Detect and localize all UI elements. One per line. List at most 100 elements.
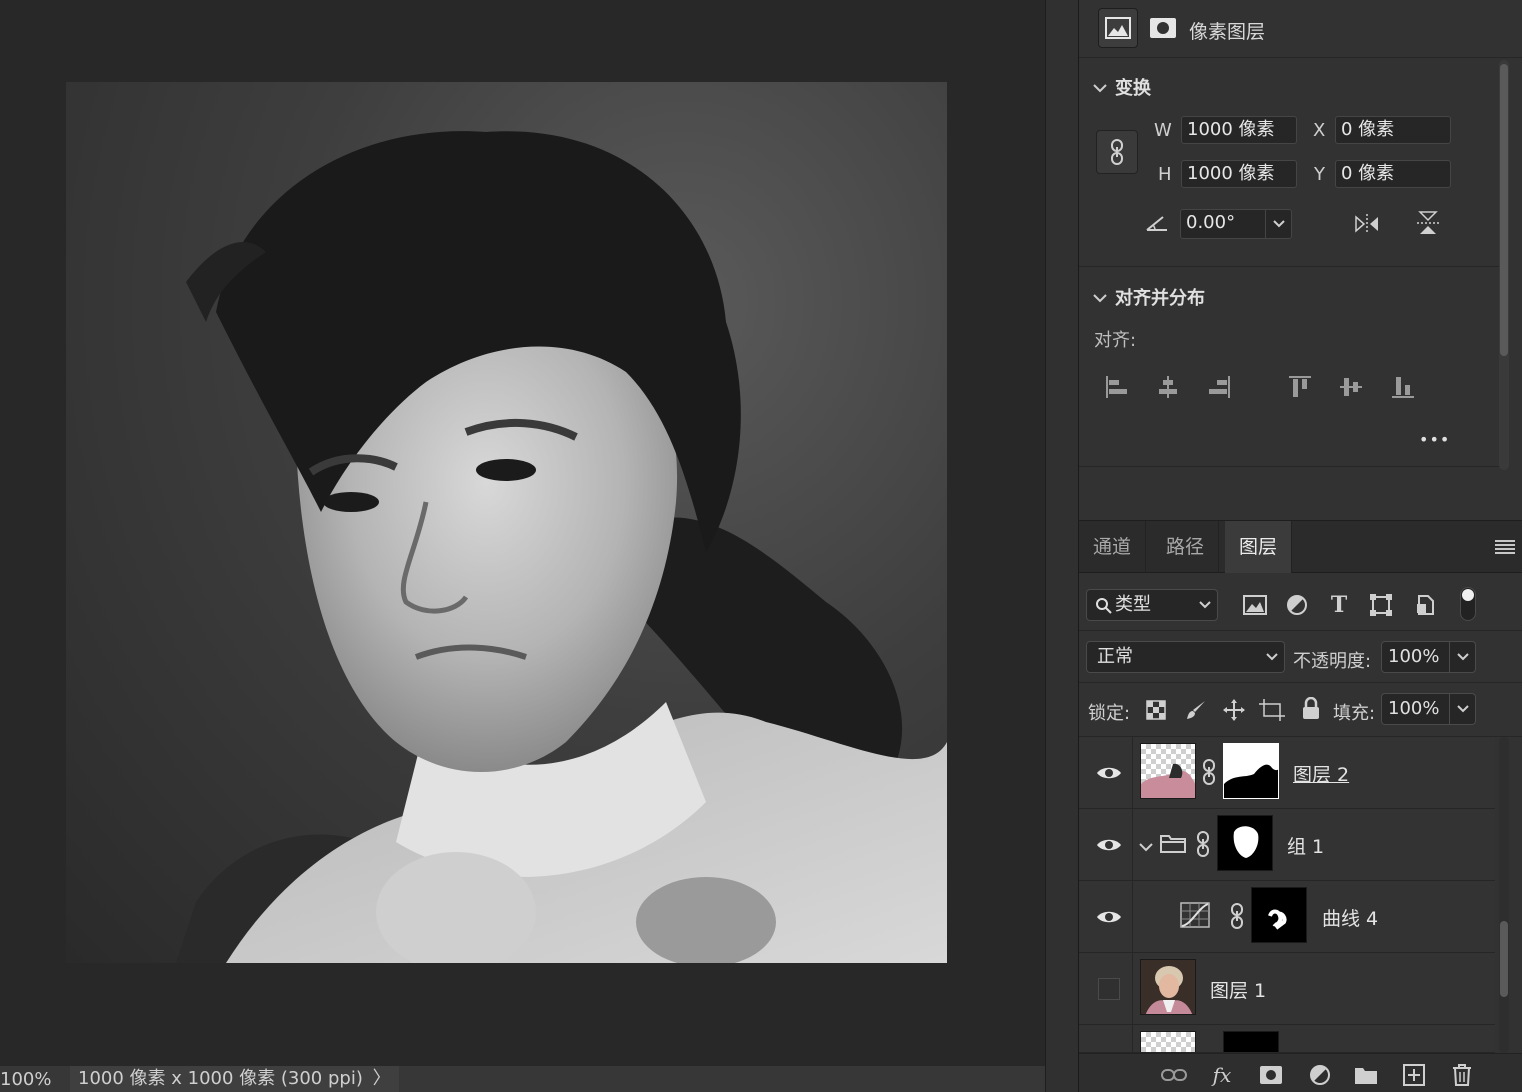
eye-icon[interactable] bbox=[1095, 759, 1123, 787]
chain-link-icon[interactable] bbox=[1196, 831, 1210, 862]
document-size-info[interactable]: 1000 像素 x 1000 像素 (300 ppi) 〉 bbox=[70, 1066, 399, 1092]
layers-scrollbar-thumb[interactable] bbox=[1500, 921, 1508, 997]
align-vertical-centers-icon[interactable] bbox=[1337, 373, 1365, 401]
align-label: 对齐: bbox=[1094, 330, 1137, 351]
layers-scrollbar[interactable] bbox=[1499, 737, 1509, 1053]
add-mask-icon[interactable] bbox=[1258, 1062, 1284, 1088]
properties-scrollbar[interactable] bbox=[1499, 60, 1509, 470]
visibility-toggle-off[interactable] bbox=[1095, 975, 1123, 1003]
properties-scrollbar-thumb[interactable] bbox=[1500, 64, 1508, 356]
align-top-edges-icon[interactable] bbox=[1286, 373, 1314, 401]
transform-title: 变换 bbox=[1115, 78, 1151, 99]
layer-name[interactable]: 图层 2 bbox=[1293, 760, 1349, 787]
layer-thumbnail[interactable] bbox=[1140, 1031, 1196, 1052]
angle-icon bbox=[1145, 214, 1169, 237]
lock-artboard-icon[interactable] bbox=[1258, 696, 1286, 724]
tab-paths[interactable]: 路径 bbox=[1152, 521, 1220, 573]
align-title: 对齐并分布 bbox=[1115, 288, 1205, 309]
layer-row-layer-1[interactable]: 图层 1 bbox=[1079, 953, 1495, 1025]
x-input[interactable]: 0 像素 bbox=[1335, 116, 1451, 144]
section-divider bbox=[1079, 266, 1499, 267]
new-layer-icon[interactable] bbox=[1401, 1062, 1427, 1088]
fill-input[interactable]: 100% bbox=[1381, 693, 1476, 725]
filter-pixel-icon[interactable] bbox=[1241, 591, 1269, 619]
layer-mask-thumbnail[interactable] bbox=[1223, 743, 1279, 799]
layer-thumbnail[interactable] bbox=[1140, 959, 1196, 1015]
eye-icon[interactable] bbox=[1095, 831, 1123, 859]
tab-layers[interactable]: 图层 bbox=[1225, 521, 1293, 573]
layer-type-label: 像素图层 bbox=[1189, 21, 1266, 43]
portrait-artwork[interactable] bbox=[66, 82, 947, 963]
eye-icon[interactable] bbox=[1095, 903, 1123, 931]
delete-layer-trash-icon[interactable] bbox=[1449, 1062, 1475, 1088]
layer-mask-icon[interactable] bbox=[1143, 8, 1183, 48]
new-group-folder-icon[interactable] bbox=[1353, 1062, 1379, 1088]
blend-mode-select[interactable]: 正常 bbox=[1086, 641, 1285, 673]
filter-kind-select[interactable]: 类型 bbox=[1086, 589, 1218, 621]
pixel-layer-icon[interactable] bbox=[1098, 8, 1138, 48]
lock-pixels-brush-icon[interactable] bbox=[1182, 696, 1210, 724]
new-adjustment-layer-icon[interactable] bbox=[1307, 1062, 1333, 1088]
properties-header: 像素图层 bbox=[1079, 0, 1522, 58]
link-dimensions-button[interactable] bbox=[1096, 130, 1138, 174]
layer-mask-thumbnail[interactable] bbox=[1251, 887, 1307, 943]
filter-adjustment-icon[interactable] bbox=[1283, 591, 1311, 619]
align-right-edges-icon[interactable] bbox=[1205, 373, 1233, 401]
layer-row-layer-2[interactable]: 图层 2 bbox=[1079, 737, 1495, 809]
panel-menu-icon[interactable] bbox=[1495, 539, 1515, 559]
layer-mask-thumbnail[interactable] bbox=[1217, 815, 1273, 871]
width-input[interactable]: 1000 像素 bbox=[1181, 116, 1297, 144]
visibility-divider bbox=[1132, 1025, 1133, 1052]
align-section-header[interactable]: 对齐并分布 bbox=[1093, 284, 1205, 310]
align-left-edges-icon[interactable] bbox=[1103, 373, 1131, 401]
lock-all-icon[interactable] bbox=[1297, 695, 1325, 723]
visibility-divider bbox=[1132, 809, 1133, 881]
height-label: H bbox=[1158, 164, 1172, 185]
layer-thumbnail[interactable] bbox=[1140, 743, 1196, 799]
layer-row-curves-4[interactable]: 曲线 4 bbox=[1079, 881, 1495, 953]
filter-toggle[interactable] bbox=[1460, 587, 1476, 621]
y-input[interactable]: 0 像素 bbox=[1335, 160, 1451, 188]
flip-horizontal-icon[interactable] bbox=[1353, 210, 1381, 238]
chevron-down-icon[interactable] bbox=[1265, 210, 1291, 238]
zoom-level[interactable]: 100% bbox=[0, 1069, 70, 1090]
layers-bottom-toolbar: fx bbox=[1079, 1053, 1522, 1092]
filter-shape-icon[interactable] bbox=[1367, 591, 1395, 619]
chevron-down-icon[interactable] bbox=[1449, 694, 1475, 724]
tab-channels[interactable]: 通道 bbox=[1079, 521, 1147, 573]
more-options-icon[interactable]: ••• bbox=[1419, 430, 1450, 449]
lock-position-move-icon[interactable] bbox=[1220, 696, 1248, 724]
layer-row-group-1[interactable]: 组 1 bbox=[1079, 809, 1495, 881]
chain-link-icon[interactable] bbox=[1202, 759, 1216, 790]
transform-section-header[interactable]: 变换 bbox=[1093, 74, 1151, 100]
flip-vertical-icon[interactable] bbox=[1414, 209, 1442, 237]
document-canvas-area[interactable] bbox=[0, 0, 1045, 1066]
chain-link-icon[interactable] bbox=[1230, 903, 1244, 934]
angle-input[interactable]: 0.00° bbox=[1180, 209, 1292, 239]
lock-row: 锁定: 填充: 100% bbox=[1079, 683, 1522, 737]
filter-toggle-knob bbox=[1462, 589, 1474, 601]
section-divider bbox=[1079, 466, 1499, 467]
filter-type-icon[interactable]: T bbox=[1325, 591, 1353, 619]
opacity-input[interactable]: 100% bbox=[1381, 641, 1476, 673]
chevron-down-icon[interactable] bbox=[1139, 837, 1153, 857]
chevron-down-icon[interactable] bbox=[1449, 642, 1475, 672]
height-input[interactable]: 1000 像素 bbox=[1181, 160, 1297, 188]
layer-row-partial[interactable] bbox=[1079, 1025, 1495, 1053]
lock-label: 锁定: bbox=[1088, 703, 1131, 724]
layer-name[interactable]: 图层 1 bbox=[1210, 976, 1266, 1003]
curves-adjustment-icon[interactable] bbox=[1180, 902, 1210, 933]
layer-filter-row: 类型 T bbox=[1079, 573, 1522, 631]
link-layers-icon[interactable] bbox=[1161, 1062, 1187, 1088]
filter-smart-object-icon[interactable] bbox=[1411, 591, 1439, 619]
layer-name[interactable]: 组 1 bbox=[1287, 832, 1324, 859]
align-bottom-edges-icon[interactable] bbox=[1389, 373, 1417, 401]
visibility-divider bbox=[1132, 881, 1133, 953]
layer-mask-thumbnail[interactable] bbox=[1223, 1031, 1279, 1052]
layer-name[interactable]: 曲线 4 bbox=[1322, 904, 1378, 931]
align-horizontal-centers-icon[interactable] bbox=[1154, 373, 1182, 401]
blend-row: 正常 不透明度: 100% bbox=[1079, 631, 1522, 683]
lock-transparency-icon[interactable] bbox=[1142, 696, 1170, 724]
opacity-label: 不透明度: bbox=[1293, 651, 1372, 672]
layer-style-fx-icon[interactable]: fx bbox=[1209, 1062, 1235, 1088]
